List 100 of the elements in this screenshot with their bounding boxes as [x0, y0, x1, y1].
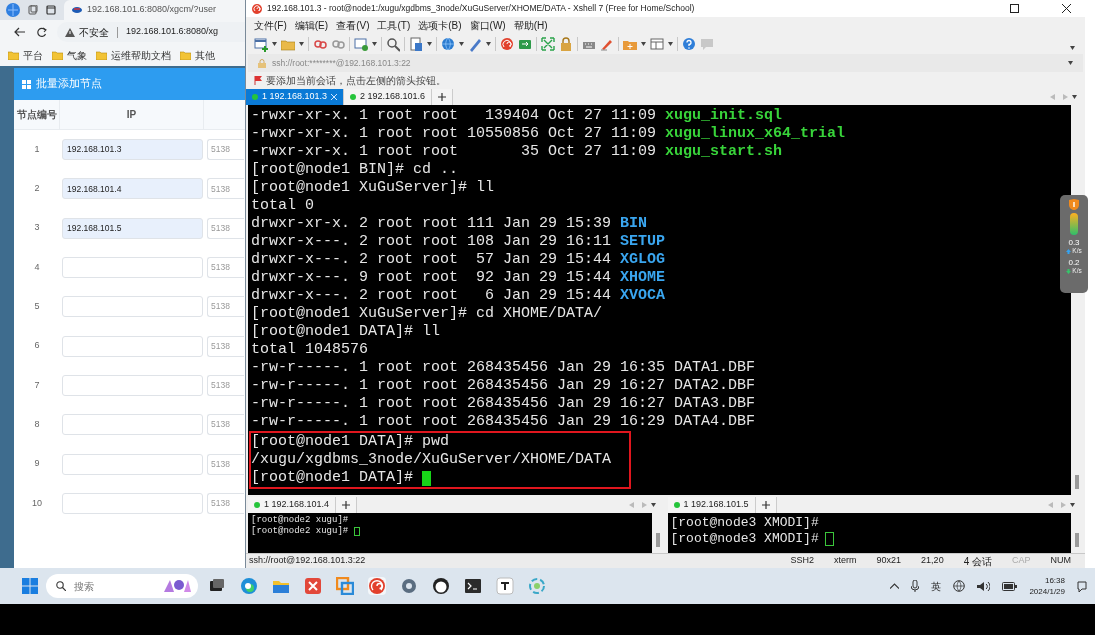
ip-input-field[interactable] [62, 374, 203, 396]
row-number: 4 [33, 260, 41, 274]
ip-input-field[interactable] [62, 296, 203, 318]
caret-icon[interactable] [459, 42, 464, 46]
back-icon[interactable] [14, 27, 26, 37]
ip-input-field[interactable] [62, 257, 203, 279]
caret-icon[interactable] [1072, 95, 1077, 99]
column-header: IP [126, 108, 137, 122]
ip-input-field[interactable] [62, 335, 203, 357]
tab-actions-icon[interactable] [46, 5, 56, 15]
help-icon[interactable] [682, 36, 696, 52]
new-session-icon[interactable] [254, 36, 268, 52]
row-number: 8 [33, 417, 41, 431]
text-app-icon[interactable] [496, 577, 514, 595]
ip-input-field[interactable] [62, 414, 203, 436]
maximize-icon[interactable] [1010, 4, 1019, 13]
row-number: 7 [33, 378, 41, 392]
scrollbar-thumb[interactable] [655, 533, 660, 547]
close-icon[interactable] [1062, 4, 1071, 13]
reload-icon[interactable] [36, 26, 47, 38]
scrollbar-thumb[interactable] [1075, 475, 1079, 489]
lock-icon [258, 58, 266, 68]
scrollbar-thumb[interactable] [1075, 533, 1079, 547]
bookmark[interactable]: 其他 [180, 47, 215, 63]
address-field[interactable]: 不安全 192.168.101.6:8080/xg [57, 22, 245, 42]
gauge-icon [1070, 213, 1078, 235]
file-name: XHOME [620, 269, 666, 287]
caret-icon[interactable] [1068, 61, 1073, 65]
ip-input-field[interactable]: 192.168.101.4 [62, 178, 203, 200]
caret-icon[interactable] [427, 42, 432, 46]
collections-icon[interactable] [28, 5, 38, 15]
document-icon[interactable] [409, 36, 423, 52]
bookmark[interactable]: 平台 [8, 47, 43, 63]
caret-icon[interactable] [1070, 503, 1075, 507]
notification-icon[interactable] [1077, 580, 1087, 592]
terminal-line: drwxr-x---. 9 root root 92 Jan 29 15:44 [251, 269, 613, 287]
flag-icon[interactable] [254, 76, 262, 85]
spiral-icon[interactable] [500, 36, 514, 52]
menu-item[interactable]: 编辑(E) [294, 18, 329, 33]
caret-icon[interactable] [641, 42, 646, 46]
menu-item[interactable]: 选项卡(B) [418, 18, 462, 33]
lock-icon[interactable] [559, 36, 573, 52]
terminal-line: -rwxr-xr-x. 1 root root 10550856 Oct 27 11:09 [251, 125, 658, 143]
terminal-icon[interactable] [464, 577, 482, 595]
browser-tab[interactable]: 192.168.101.6:8080/xgcm/?user [64, 0, 245, 20]
properties-icon[interactable] [354, 36, 368, 52]
search-icon[interactable] [386, 36, 400, 52]
caret-icon[interactable] [1070, 46, 1075, 50]
ip-input-field[interactable] [62, 492, 203, 514]
cross-app-icon[interactable] [304, 577, 322, 595]
chevron-up-icon[interactable] [890, 583, 900, 589]
start-icon[interactable] [22, 578, 38, 594]
menu-item[interactable]: 文件(F) [254, 18, 287, 33]
session-tab[interactable]: 1 192.168.101.5 [667, 497, 756, 513]
ip-input-field[interactable]: 192.168.101.3 [62, 139, 203, 161]
clock-time: 16:38 [1044, 575, 1065, 586]
security-label: 不安全 [79, 25, 109, 40]
file-name: XGLOG [620, 251, 666, 269]
search-box[interactable]: 搜索 [46, 574, 198, 598]
bookmark[interactable]: 运维帮助文档 [96, 47, 171, 63]
row-number: 2 [33, 182, 41, 196]
profile-icon[interactable] [6, 3, 20, 17]
globe-icon[interactable] [441, 36, 455, 52]
globe-icon[interactable] [953, 580, 966, 592]
session-tab[interactable]: 2 192.168.101.6 [344, 89, 433, 105]
expand-icon[interactable] [541, 36, 555, 52]
clock[interactable]: 16:38 2024/1/29 [1029, 575, 1065, 597]
ip-input-field[interactable]: 192.168.101.5 [62, 217, 203, 239]
menu-item[interactable]: 帮助(H) [513, 18, 548, 33]
row-number: 1 [33, 142, 41, 156]
menu-item[interactable]: 查看(V) [336, 18, 370, 33]
round-app-icon[interactable] [432, 577, 450, 595]
add-tab-button[interactable] [755, 497, 777, 513]
file-name: BIN [620, 215, 648, 233]
terminal-line: total 0 [251, 197, 314, 215]
caret-icon[interactable] [668, 42, 673, 46]
menu-item[interactable]: 工具(T) [377, 18, 411, 33]
clock-date: 2024/1/29 [1029, 586, 1065, 597]
input-language[interactable]: 英 [931, 578, 942, 594]
bookmark[interactable]: 气象 [52, 47, 87, 63]
session-tab[interactable]: 1 192.168.101.3 [246, 89, 345, 105]
caret-icon[interactable] [299, 42, 304, 46]
caret-icon[interactable] [272, 42, 277, 46]
session-tab[interactable]: 1 192.168.101.4 [248, 497, 337, 513]
caret-icon[interactable] [372, 42, 377, 46]
battery-icon[interactable] [1002, 581, 1018, 591]
ip-input-field[interactable] [62, 453, 203, 475]
spiral-app-icon[interactable] [368, 577, 386, 595]
terminal-line: [root@node3 XMODI]# [670, 531, 819, 547]
caret-icon[interactable] [650, 503, 656, 507]
add-tab-button[interactable] [336, 497, 358, 513]
pen-icon[interactable] [468, 36, 482, 52]
caret-icon[interactable] [486, 42, 491, 46]
terminal-line: -rw-r-----. 1 root root 268435456 Jan 29 16:27 DATA2.DBF [251, 377, 756, 395]
speaker-icon[interactable] [977, 580, 991, 592]
search-input[interactable]: 搜索 [74, 578, 154, 594]
menu-item[interactable]: 窗口(W) [469, 18, 506, 33]
microphone-icon[interactable] [911, 580, 920, 592]
window-app-icon[interactable] [336, 577, 354, 595]
add-tab-button[interactable] [432, 89, 454, 105]
